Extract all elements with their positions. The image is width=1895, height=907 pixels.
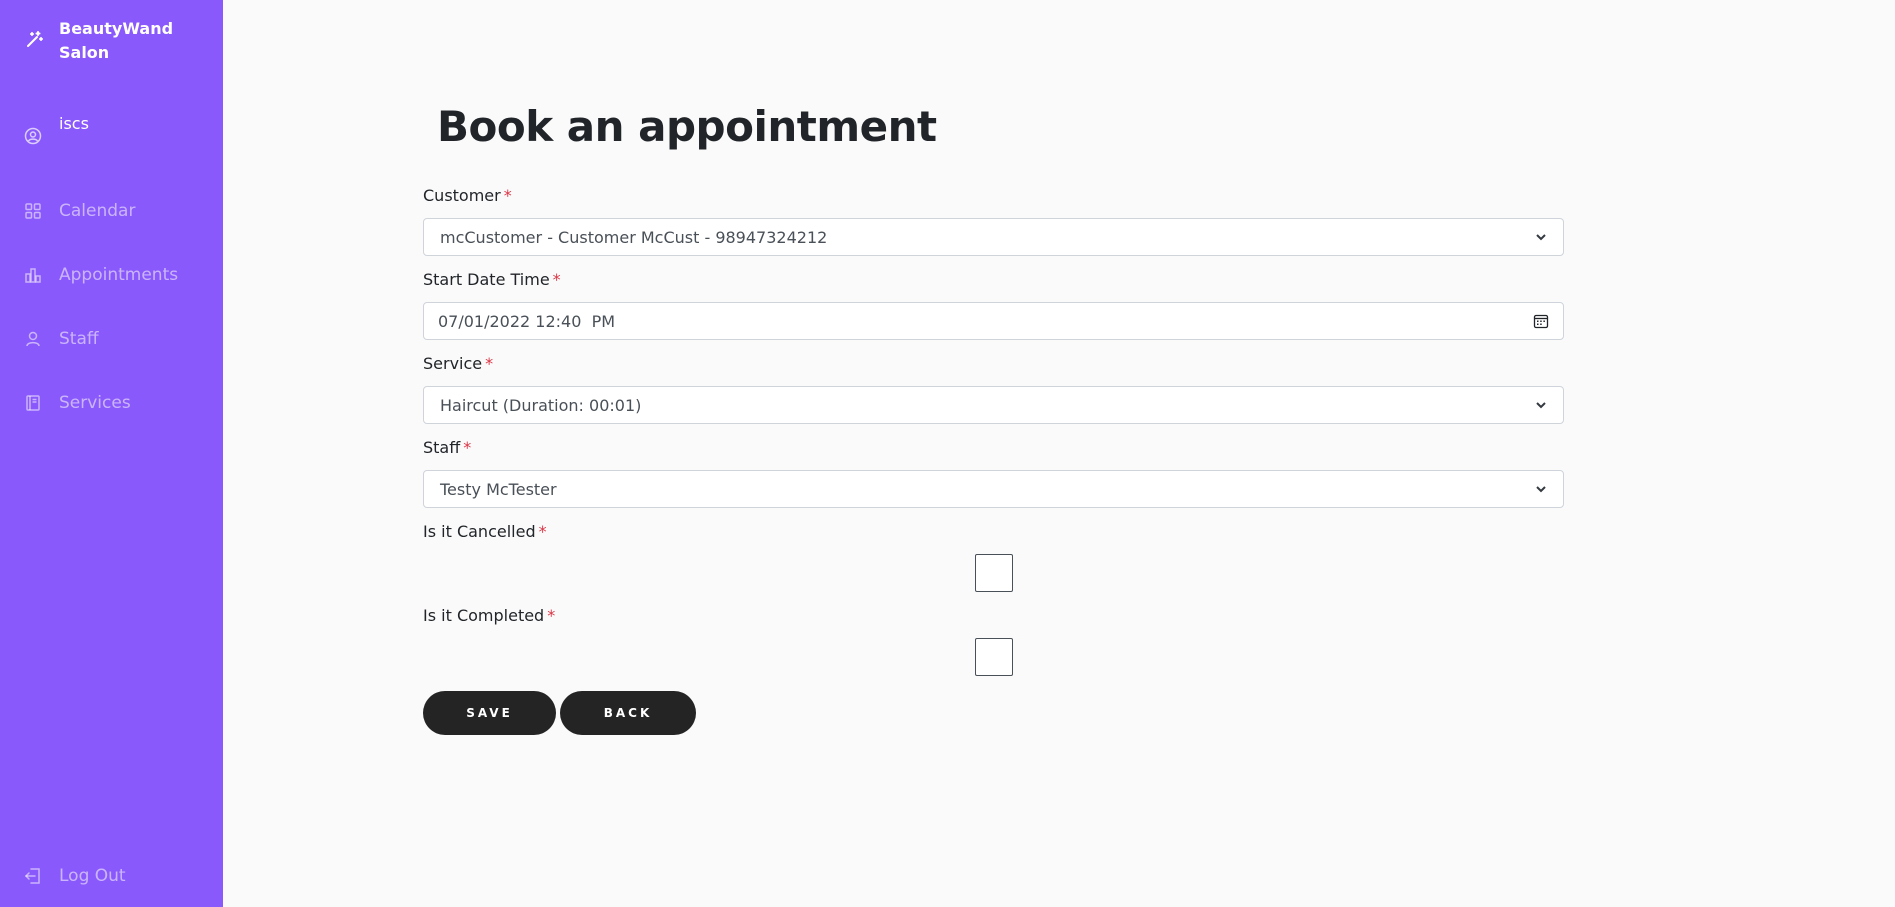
user-profile[interactable]: iscs	[24, 112, 89, 145]
staff-label: Staff *	[423, 438, 472, 457]
customer-label: Customer *	[423, 186, 512, 205]
calendar-icon[interactable]	[1533, 313, 1549, 329]
staff-field: Staff * Testy McTester	[423, 436, 1564, 508]
required-marker: *	[552, 270, 561, 289]
user-circle-icon	[24, 127, 42, 145]
sidebar-item-staff[interactable]: Staff	[24, 329, 99, 349]
bar-chart-icon	[25, 268, 41, 283]
required-marker: *	[485, 354, 494, 373]
completed-label: Is it Completed *	[423, 606, 556, 625]
service-field: Service * Haircut (Duration: 00:01)	[423, 352, 1564, 424]
sidebar-item-label: Services	[59, 393, 131, 413]
user-name: iscs	[59, 114, 89, 133]
form-actions: SAVE BACK	[423, 691, 1564, 735]
logout-icon	[24, 868, 40, 884]
save-button[interactable]: SAVE	[423, 691, 556, 735]
required-marker: *	[547, 606, 556, 625]
brand-name: BeautyWand Salon	[59, 19, 174, 62]
completed-checkbox[interactable]	[974, 638, 1013, 676]
book-icon	[26, 395, 40, 411]
start-date-time-input[interactable]: 07/01/2022 12:40 PM	[423, 302, 1564, 340]
customer-select-value: mcCustomer - Customer McCust - 989473242…	[440, 227, 828, 247]
cancelled-label: Is it Cancelled *	[423, 522, 547, 541]
staff-select[interactable]: Testy McTester	[423, 470, 1564, 508]
sidebar-item-appointments[interactable]: Appointments	[24, 265, 178, 285]
sidebar-item-services[interactable]: Services	[24, 393, 131, 413]
required-marker: *	[463, 438, 472, 457]
required-marker: *	[503, 186, 512, 205]
magic-wand-icon	[27, 31, 43, 47]
service-select-value: Haircut (Duration: 00:01)	[440, 395, 642, 415]
customer-field: Customer * mcCustomer - Customer McCust -…	[423, 184, 1564, 256]
grid-icon	[25, 203, 41, 219]
cancelled-row	[423, 554, 1564, 592]
logout-button[interactable]: Log Out	[24, 866, 126, 886]
cancelled-checkbox[interactable]	[974, 554, 1013, 592]
chevron-down-icon	[1536, 486, 1546, 493]
sidebar-item-calendar[interactable]: Calendar	[24, 201, 135, 221]
completed-row	[423, 638, 1564, 676]
sidebar-item-label: Calendar	[59, 201, 136, 221]
logout-label: Log Out	[59, 866, 126, 886]
service-label: Service *	[423, 354, 494, 373]
sidebar-item-label: Appointments	[59, 265, 179, 285]
sidebar: BeautyWand Salon iscs Calendar Appointme…	[0, 0, 223, 907]
person-icon	[26, 331, 40, 347]
staff-select-value: Testy McTester	[440, 479, 557, 499]
service-select[interactable]: Haircut (Duration: 00:01)	[423, 386, 1564, 424]
main-content: Book an appointment Customer * mcCustomer…	[223, 0, 1895, 907]
brand[interactable]: BeautyWand Salon	[24, 17, 179, 65]
start-date-time-field: Start Date Time * 07/01/2022 12:40 PM	[423, 268, 1564, 340]
start-date-time-value: 07/01/2022 12:40 PM	[438, 311, 616, 331]
chevron-down-icon	[1536, 234, 1546, 241]
page-title: Book an appointment	[437, 102, 937, 151]
required-marker: *	[538, 522, 547, 541]
chevron-down-icon	[1536, 402, 1546, 409]
back-button[interactable]: BACK	[560, 691, 696, 735]
start-date-time-label: Start Date Time *	[423, 270, 561, 289]
sidebar-item-label: Staff	[59, 329, 99, 349]
customer-select[interactable]: mcCustomer - Customer McCust - 989473242…	[423, 218, 1564, 256]
appointment-form: Customer * mcCustomer - Customer McCust -…	[423, 184, 1564, 735]
